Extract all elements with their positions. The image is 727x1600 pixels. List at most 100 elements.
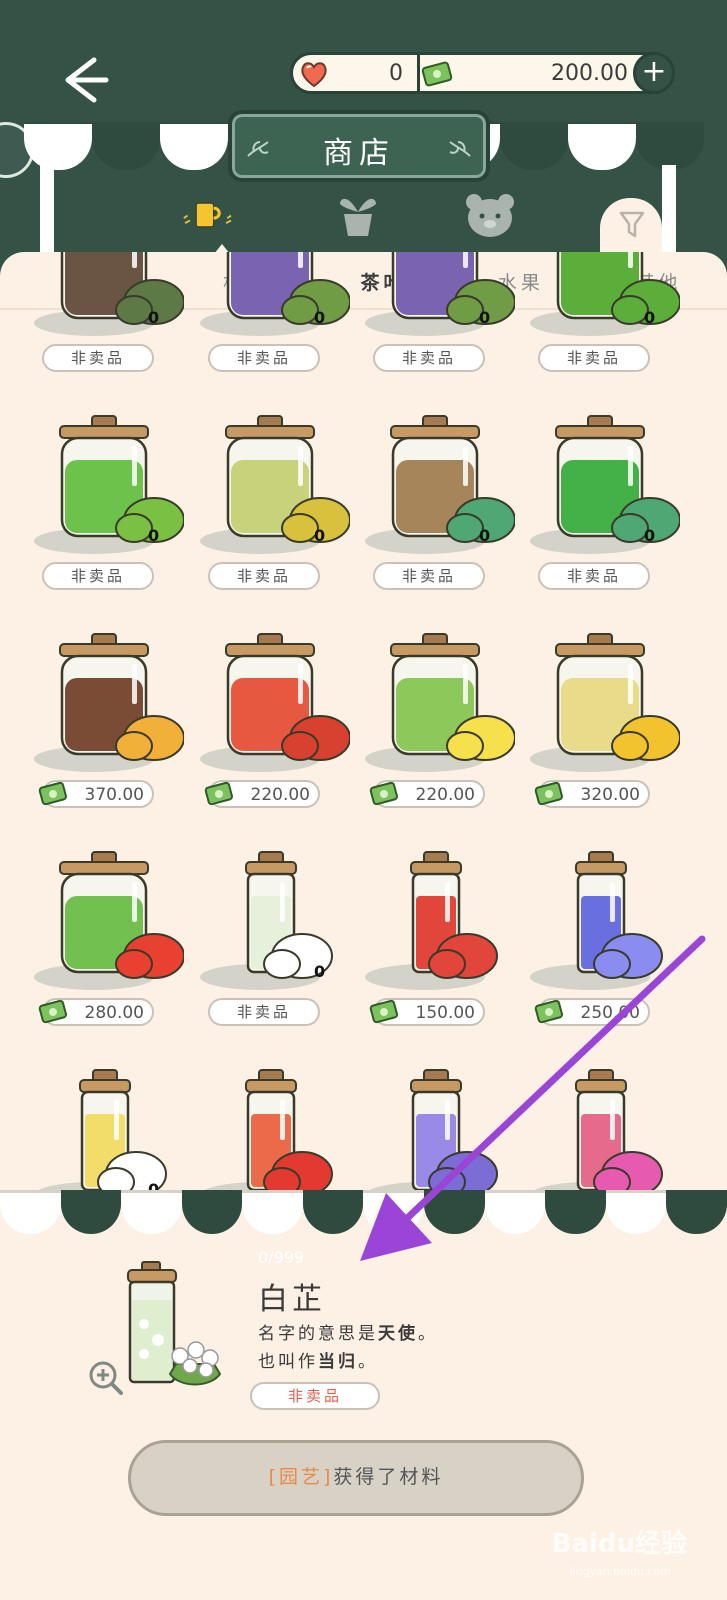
shop-item[interactable]: 0 非卖品 — [196, 252, 361, 410]
filter-button[interactable] — [600, 198, 662, 260]
acquired-source-button[interactable]: [园艺]获得了材料 — [128, 1440, 584, 1516]
filter-icon — [619, 211, 645, 238]
back-arrow-icon[interactable] — [54, 50, 114, 110]
awning-post-right — [662, 165, 676, 260]
shop-item[interactable]: 0 非卖品 — [361, 252, 526, 410]
shop-item[interactable]: 0 非卖品 — [526, 410, 691, 628]
heart-count: 0 — [389, 61, 403, 86]
tea-jar-icon — [555, 415, 680, 543]
owned-quantity: 0 — [314, 526, 326, 545]
owned-quantity: 0 — [314, 308, 326, 327]
not-for-sale-badge: 非卖品 — [538, 562, 650, 590]
shop-item[interactable]: 0 — [30, 1064, 195, 1192]
add-currency-button[interactable]: + — [633, 52, 675, 94]
not-for-sale-badge: 非卖品 — [42, 344, 154, 372]
tea-jar-icon — [410, 1069, 498, 1192]
tea-jar-icon — [390, 633, 515, 761]
shop-item[interactable]: 320.00 — [526, 628, 691, 846]
shop-panel: 所有 杯子 茶叶 水果 其他 0非卖品0非卖品0非卖品0非卖品0非卖品0非卖品0… — [0, 252, 727, 1192]
price-value: 320.00 — [580, 785, 640, 805]
shop-item[interactable]: 0 非卖品 — [30, 252, 195, 410]
not-for-sale-badge: 非卖品 — [208, 998, 320, 1026]
tea-jar-icon — [245, 1069, 333, 1192]
price-tag[interactable]: 250.00 — [534, 998, 650, 1026]
shop-item[interactable] — [526, 1064, 691, 1192]
shop-item[interactable]: 220.00 — [196, 628, 361, 846]
shop-item[interactable]: 250.00 — [526, 846, 691, 1064]
tea-jar-icon — [59, 851, 184, 979]
shop-item[interactable]: 0 非卖品 — [361, 410, 526, 628]
not-for-sale-badge: 非卖品 — [208, 562, 320, 590]
bear-category-icon[interactable] — [462, 190, 518, 240]
shop-header: 0 200.00 + 商店 — [0, 0, 727, 260]
tea-jar-icon — [60, 252, 184, 325]
price-value: 280.00 — [84, 1003, 144, 1023]
acquired-tag: [园艺] — [268, 1466, 334, 1488]
price-tag[interactable]: 220.00 — [369, 780, 485, 808]
heart-icon — [301, 62, 327, 88]
tea-jar-icon — [226, 252, 350, 325]
owned-quantity: 0 — [644, 526, 656, 545]
tea-jar-icon — [575, 1069, 663, 1192]
tea-jar-icon — [59, 633, 184, 761]
price-tag[interactable]: 320.00 — [534, 780, 650, 808]
tea-jar-icon — [391, 252, 515, 325]
description-line-2: 也叫作当归。 — [258, 1352, 378, 1372]
shop-sign: 商店 — [228, 110, 490, 182]
shop-item[interactable] — [196, 1064, 361, 1192]
owned-quantity: 0 — [148, 308, 160, 327]
tea-jar-icon — [225, 415, 350, 543]
money-icon — [38, 999, 67, 1024]
awning-post-left — [40, 165, 54, 260]
owned-quantity: 0 — [314, 962, 326, 981]
tea-jar-icon — [575, 851, 663, 979]
tea-jar-icon — [245, 851, 333, 979]
shop-item[interactable]: 370.00 — [30, 628, 195, 846]
shop-item[interactable]: 0 非卖品 — [30, 410, 195, 628]
shop-item[interactable]: 220.00 — [361, 628, 526, 846]
tea-jar-icon — [555, 633, 680, 761]
money-icon — [369, 781, 398, 806]
bottom-awning — [0, 1190, 727, 1234]
tea-jar-icon — [410, 851, 498, 979]
plant-category-icon[interactable] — [330, 190, 386, 240]
shop-item[interactable] — [361, 1064, 526, 1192]
price-tag[interactable]: 280.00 — [38, 998, 154, 1026]
money-icon — [204, 781, 233, 806]
owned-quantity: 0 — [644, 308, 656, 327]
shop-screen: 0 200.00 + 商店 茶叶 水果 0 非卖品 0 非卖品 0 非卖品 0 … — [0, 0, 727, 1600]
shop-item[interactable]: 0 非卖品 — [196, 846, 361, 1064]
watermark-url: jingyan.baidu.com — [569, 1565, 671, 1578]
price-tag[interactable]: 220.00 — [204, 780, 320, 808]
price-value: 220.00 — [415, 785, 475, 805]
shop-item[interactable]: 0 非卖品 — [196, 410, 361, 628]
angelica-jar-icon — [127, 1261, 222, 1386]
owned-quantity: 0 — [479, 526, 491, 545]
tea-jar-icon — [225, 633, 350, 761]
tea-jar-icon — [59, 415, 184, 543]
tea-jar-icon — [390, 415, 515, 543]
money-icon — [38, 781, 67, 806]
not-for-sale-badge: 非卖品 — [538, 344, 650, 372]
shop-item[interactable]: 0 非卖品 — [526, 252, 691, 410]
price-value: 150.00 — [415, 1003, 475, 1023]
price-tag[interactable]: 150.00 — [369, 998, 485, 1026]
money-amount: 200.00 — [551, 61, 628, 86]
owned-quantity: 0 — [148, 526, 160, 545]
price-value: 370.00 — [84, 785, 144, 805]
shop-item[interactable]: 280.00 — [30, 846, 195, 1064]
item-name: 白芷 — [258, 1282, 326, 1317]
money-icon — [369, 999, 398, 1024]
money-icon — [534, 999, 563, 1024]
not-for-sale-badge: 非卖品 — [42, 562, 154, 590]
zoom-icon[interactable] — [88, 1360, 124, 1396]
not-for-sale-badge: 非卖品 — [250, 1382, 380, 1410]
not-for-sale-badge: 非卖品 — [373, 344, 485, 372]
cup-category-icon[interactable] — [180, 190, 236, 240]
acquired-text: 获得了材料 — [333, 1466, 444, 1488]
item-description: 名字的意思是天使。 也叫作当归。 — [258, 1320, 438, 1376]
price-tag[interactable]: 370.00 — [38, 780, 154, 808]
money-icon — [534, 781, 563, 806]
shop-item[interactable]: 150.00 — [361, 846, 526, 1064]
currency-bar: 0 200.00 + — [290, 52, 675, 94]
